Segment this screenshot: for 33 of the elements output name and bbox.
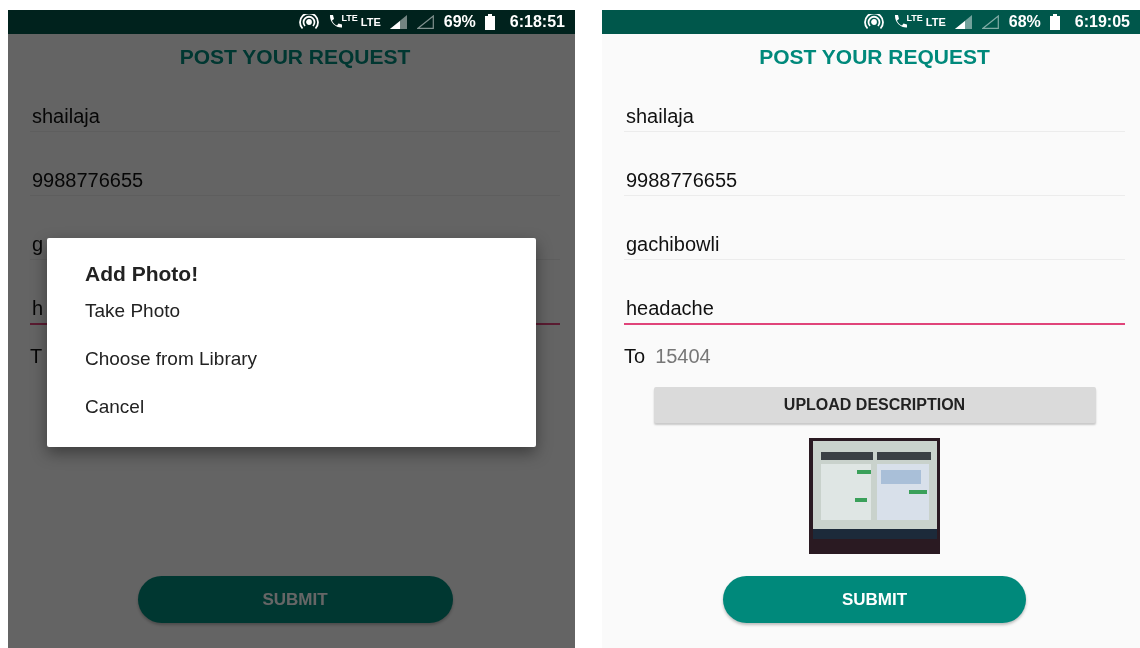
dialog-option[interactable]: Cancel xyxy=(85,392,145,440)
signal-icon xyxy=(416,15,435,29)
upload-button[interactable]: UPLOAD DESCRIPTION xyxy=(653,387,1096,423)
lte-label: LTE xyxy=(925,16,946,28)
battery-percent: 68% xyxy=(1008,13,1041,31)
hotspot-icon xyxy=(863,14,884,30)
clock-time: 6:18:51 xyxy=(509,13,565,31)
clock-time: 6:19:05 xyxy=(1074,13,1130,31)
screen-title: POST YOUR REQUEST xyxy=(178,44,412,70)
signal-icon xyxy=(389,15,408,29)
lte-label: LTE xyxy=(341,13,358,23)
text-field[interactable]: headache xyxy=(624,276,1125,325)
battery-percent: 69% xyxy=(443,13,476,31)
text-field[interactable]: shailaja xyxy=(624,84,1125,132)
hotspot-icon xyxy=(298,14,319,30)
text-field[interactable]: 9988776655 xyxy=(624,148,1125,196)
text-field[interactable]: gachibowli xyxy=(624,212,1125,260)
dialog-title: Add Photo! xyxy=(85,261,200,287)
to-value: 15404 xyxy=(655,344,711,368)
lte-label: LTE xyxy=(906,13,923,23)
dialog-option[interactable]: Take Photo xyxy=(85,296,181,344)
lte-label: LTE xyxy=(360,16,381,28)
battery-icon xyxy=(1049,14,1060,30)
phone-icon xyxy=(327,14,342,30)
screen-title: POST YOUR REQUEST xyxy=(758,44,991,70)
to-label: To xyxy=(624,344,646,368)
submit-button[interactable]: SUBMIT xyxy=(723,576,1026,623)
phone-icon xyxy=(892,14,907,30)
dialog-option[interactable]: Choose from Library xyxy=(85,344,258,392)
signal-icon xyxy=(981,15,1000,29)
to-label: T xyxy=(30,344,43,368)
signal-icon xyxy=(954,15,973,29)
battery-icon xyxy=(484,14,495,30)
